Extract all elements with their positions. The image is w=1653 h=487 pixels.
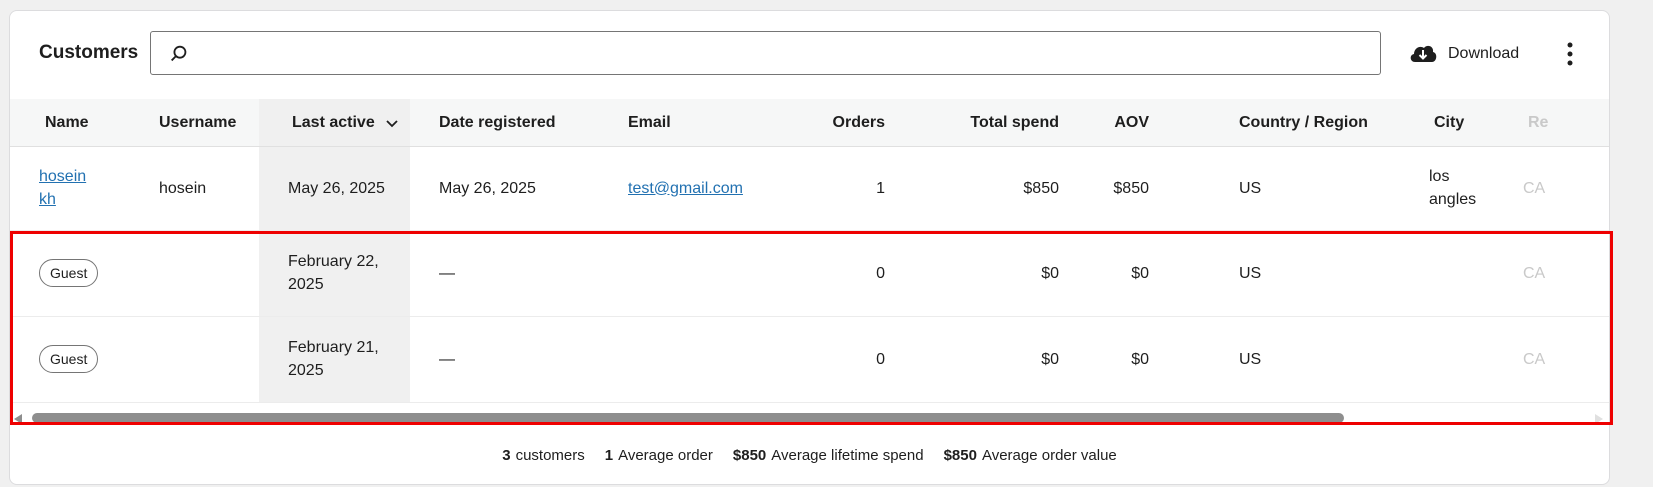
region-cell: CA <box>1523 264 1546 282</box>
table-row: Guest February 21, 2025 — 0 $0 $0 US CA <box>10 316 1609 402</box>
total-spend-cell: $0 <box>1041 264 1059 282</box>
name-cell: hosein kh <box>10 146 130 230</box>
download-label: Download <box>1448 45 1520 62</box>
more-vertical-icon[interactable] <box>1560 41 1580 67</box>
name-cell: Guest <box>10 230 130 316</box>
orders-cell: 0 <box>876 350 885 368</box>
last-active-cell: February 22, 2025 <box>259 230 410 316</box>
search-icon <box>171 45 187 62</box>
username-cell <box>130 316 259 402</box>
summary-lifetime-spend: $850 Average lifetime spend <box>732 446 924 464</box>
aov-cell: $850 <box>1113 179 1149 197</box>
scrollbar-thumb[interactable] <box>32 413 1344 423</box>
summary-average-order: 1 Average order <box>604 446 713 464</box>
column-header-orders[interactable]: Orders <box>779 99 914 146</box>
orders-cell: 1 <box>876 179 885 197</box>
column-header-last-active[interactable]: Last active <box>259 99 410 146</box>
orders-cell: 0 <box>876 264 885 282</box>
customers-header: Customers Download <box>10 11 1609 99</box>
date-registered-cell: — <box>439 264 455 282</box>
region-cell: CA <box>1523 350 1546 368</box>
total-spend-cell: $850 <box>1023 179 1059 197</box>
download-button[interactable]: Download <box>1408 39 1519 69</box>
email-cell: test@gmail.com <box>593 146 779 230</box>
chevron-down-icon <box>386 119 398 127</box>
city-cell <box>1385 316 1489 402</box>
column-header-date-registered[interactable]: Date registered <box>410 99 593 146</box>
aov-cell: $0 <box>1131 350 1149 368</box>
column-header-city[interactable]: City <box>1385 99 1489 146</box>
username-cell <box>130 230 259 316</box>
guest-badge: Guest <box>39 259 99 287</box>
column-header-aov[interactable]: AOV <box>1088 99 1178 146</box>
column-header-last-active-label: Last active <box>292 113 375 131</box>
guest-badge: Guest <box>39 345 99 373</box>
column-header-username[interactable]: Username <box>130 99 259 146</box>
date-registered-cell: May 26, 2025 <box>439 179 536 197</box>
horizontal-scrollbar[interactable] <box>10 409 1609 424</box>
username-cell: hosein <box>159 179 207 197</box>
summary-order-value: $850 Average order value <box>943 446 1117 464</box>
customers-table: Name Username Last active Date registere… <box>10 99 1609 403</box>
column-header-email[interactable]: Email <box>593 99 779 146</box>
column-header-name[interactable]: Name <box>10 99 130 146</box>
city-cell <box>1385 230 1489 316</box>
table-header-row: Name Username Last active Date registere… <box>10 99 1609 146</box>
total-spend-cell: $0 <box>1041 350 1059 368</box>
search-input[interactable] <box>199 38 1363 70</box>
column-header-country-region[interactable]: Country / Region <box>1178 99 1385 146</box>
page-title: Customers <box>39 42 139 63</box>
search-box[interactable] <box>150 31 1381 75</box>
summary-footer: 3 customers 1 Average order $850 Average li… <box>10 423 1609 484</box>
customer-name-link[interactable]: hosein kh <box>39 168 86 208</box>
column-header-region[interactable]: Re <box>1489 99 1609 146</box>
last-active-cell: May 26, 2025 <box>259 146 410 230</box>
country-cell: US <box>1239 179 1262 197</box>
email-link[interactable]: test@gmail.com <box>628 180 743 197</box>
country-cell: US <box>1239 350 1262 368</box>
email-cell <box>593 316 779 402</box>
customers-table-scroll[interactable]: Name Username Last active Date registere… <box>10 99 1609 425</box>
region-cell: CA <box>1523 179 1546 197</box>
column-header-total-spend[interactable]: Total spend <box>914 99 1088 146</box>
table-row: hosein kh hosein May 26, 2025 May 26, 202… <box>10 146 1609 230</box>
aov-cell: $0 <box>1131 264 1149 282</box>
last-active-cell: February 21, 2025 <box>259 316 410 402</box>
summary-customers: 3 customers <box>502 446 585 464</box>
table-row: Guest February 22, 2025 — 0 $0 $0 US CA <box>10 230 1609 316</box>
city-cell: los angles <box>1429 168 1477 208</box>
name-cell: Guest <box>10 316 130 402</box>
date-registered-cell: — <box>439 350 455 368</box>
country-cell: US <box>1239 264 1262 282</box>
cloud-download-icon <box>1410 45 1437 62</box>
email-cell <box>593 230 779 316</box>
customers-card: Customers Download Name Username Last ac… <box>9 10 1610 485</box>
